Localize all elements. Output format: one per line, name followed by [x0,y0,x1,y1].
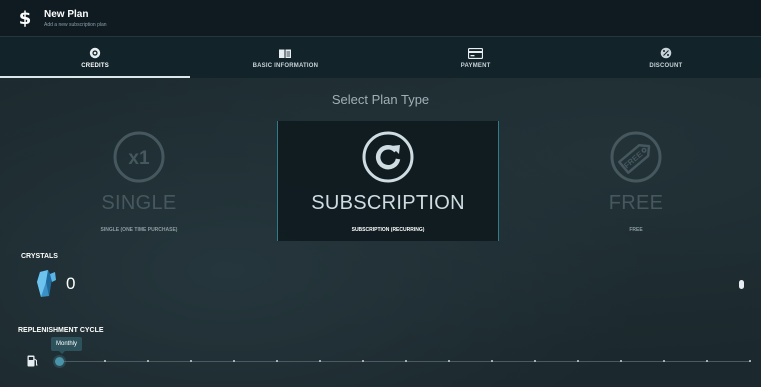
plan-description: SUBSCRIPTION (RECURRING) [351,227,425,233]
tab-credits[interactable]: CREDITS [0,37,191,78]
credits-icon [89,46,101,60]
discount-icon [660,46,672,60]
tab-label: BASIC INFORMATION [252,63,319,69]
x1-icon-text: x1 [128,148,150,169]
tab-payment[interactable]: PAYMENT [381,37,571,78]
fuel-icon [27,355,38,367]
slider-tick [319,360,321,362]
plan-option-single[interactable]: x1 SINGLE SINGLE (ONE TIME PURCHASE) [28,121,250,241]
slider-tick [405,360,407,362]
slider-tick [362,360,364,362]
tab-bar: CREDITS BASIC INFORMATION PAYMENT DISCOU… [0,36,761,78]
plan-type-options: x1 SINGLE SINGLE (ONE TIME PURCHASE) SUB… [0,121,761,241]
slider-tick [104,360,106,362]
crystals-label: CRYSTALS [21,253,58,260]
slider-tick [491,360,493,362]
slider-value-tooltip: Monthly [51,337,83,354]
plan-option-free[interactable]: FREE FREE FREE [525,121,747,241]
crystals-value[interactable]: 0 [66,274,75,294]
slider-tick [233,360,235,362]
scroll-handle[interactable] [739,280,744,289]
crystal-icon [37,270,56,297]
slider-tick [534,360,536,362]
page-title: New Plan [44,8,89,20]
replenishment-slider-knob[interactable] [55,357,64,366]
free-tag-icon: FREE [610,131,662,183]
refresh-icon [362,131,414,183]
tab-label: PAYMENT [460,63,491,69]
dollar-icon: $ [18,7,32,29]
plan-description: FREE [629,227,643,233]
slider-tick [749,360,751,362]
plan-option-subscription[interactable]: SUBSCRIPTION SUBSCRIPTION (RECURRING) [277,121,499,241]
tab-label: CREDITS [81,63,109,69]
page-subtitle: Add a new subscription plan [44,21,107,28]
slider-tick [190,360,192,362]
plan-name: SINGLE [101,192,177,214]
slider-tick [448,360,450,362]
book-icon [278,46,292,60]
header-bar: $ New Plan Add a new subscription plan [0,0,761,36]
plan-description: SINGLE (ONE TIME PURCHASE) [100,227,178,233]
slider-tick [577,360,579,362]
credit-card-icon [468,46,484,60]
tab-basic-information[interactable]: BASIC INFORMATION [190,37,380,78]
slider-tick [663,360,665,362]
slider-tick [147,360,149,362]
slider-tick [276,360,278,362]
plan-name: FREE [608,192,664,214]
tab-label: DISCOUNT [649,63,683,69]
header-titles: New Plan Add a new subscription plan [44,8,107,29]
plan-type-heading: Select Plan Type [331,92,430,107]
slider-tick [706,360,708,362]
plan-name: SUBSCRIPTION [311,192,465,214]
slider-tick [620,360,622,362]
tab-discount[interactable]: DISCOUNT [571,37,761,78]
replenishment-cycle-label: REPLENISHMENT CYCLE [18,327,104,334]
x1-icon: x1 [113,131,165,183]
new-plan-screen: $ New Plan Add a new subscription plan C… [0,0,761,387]
